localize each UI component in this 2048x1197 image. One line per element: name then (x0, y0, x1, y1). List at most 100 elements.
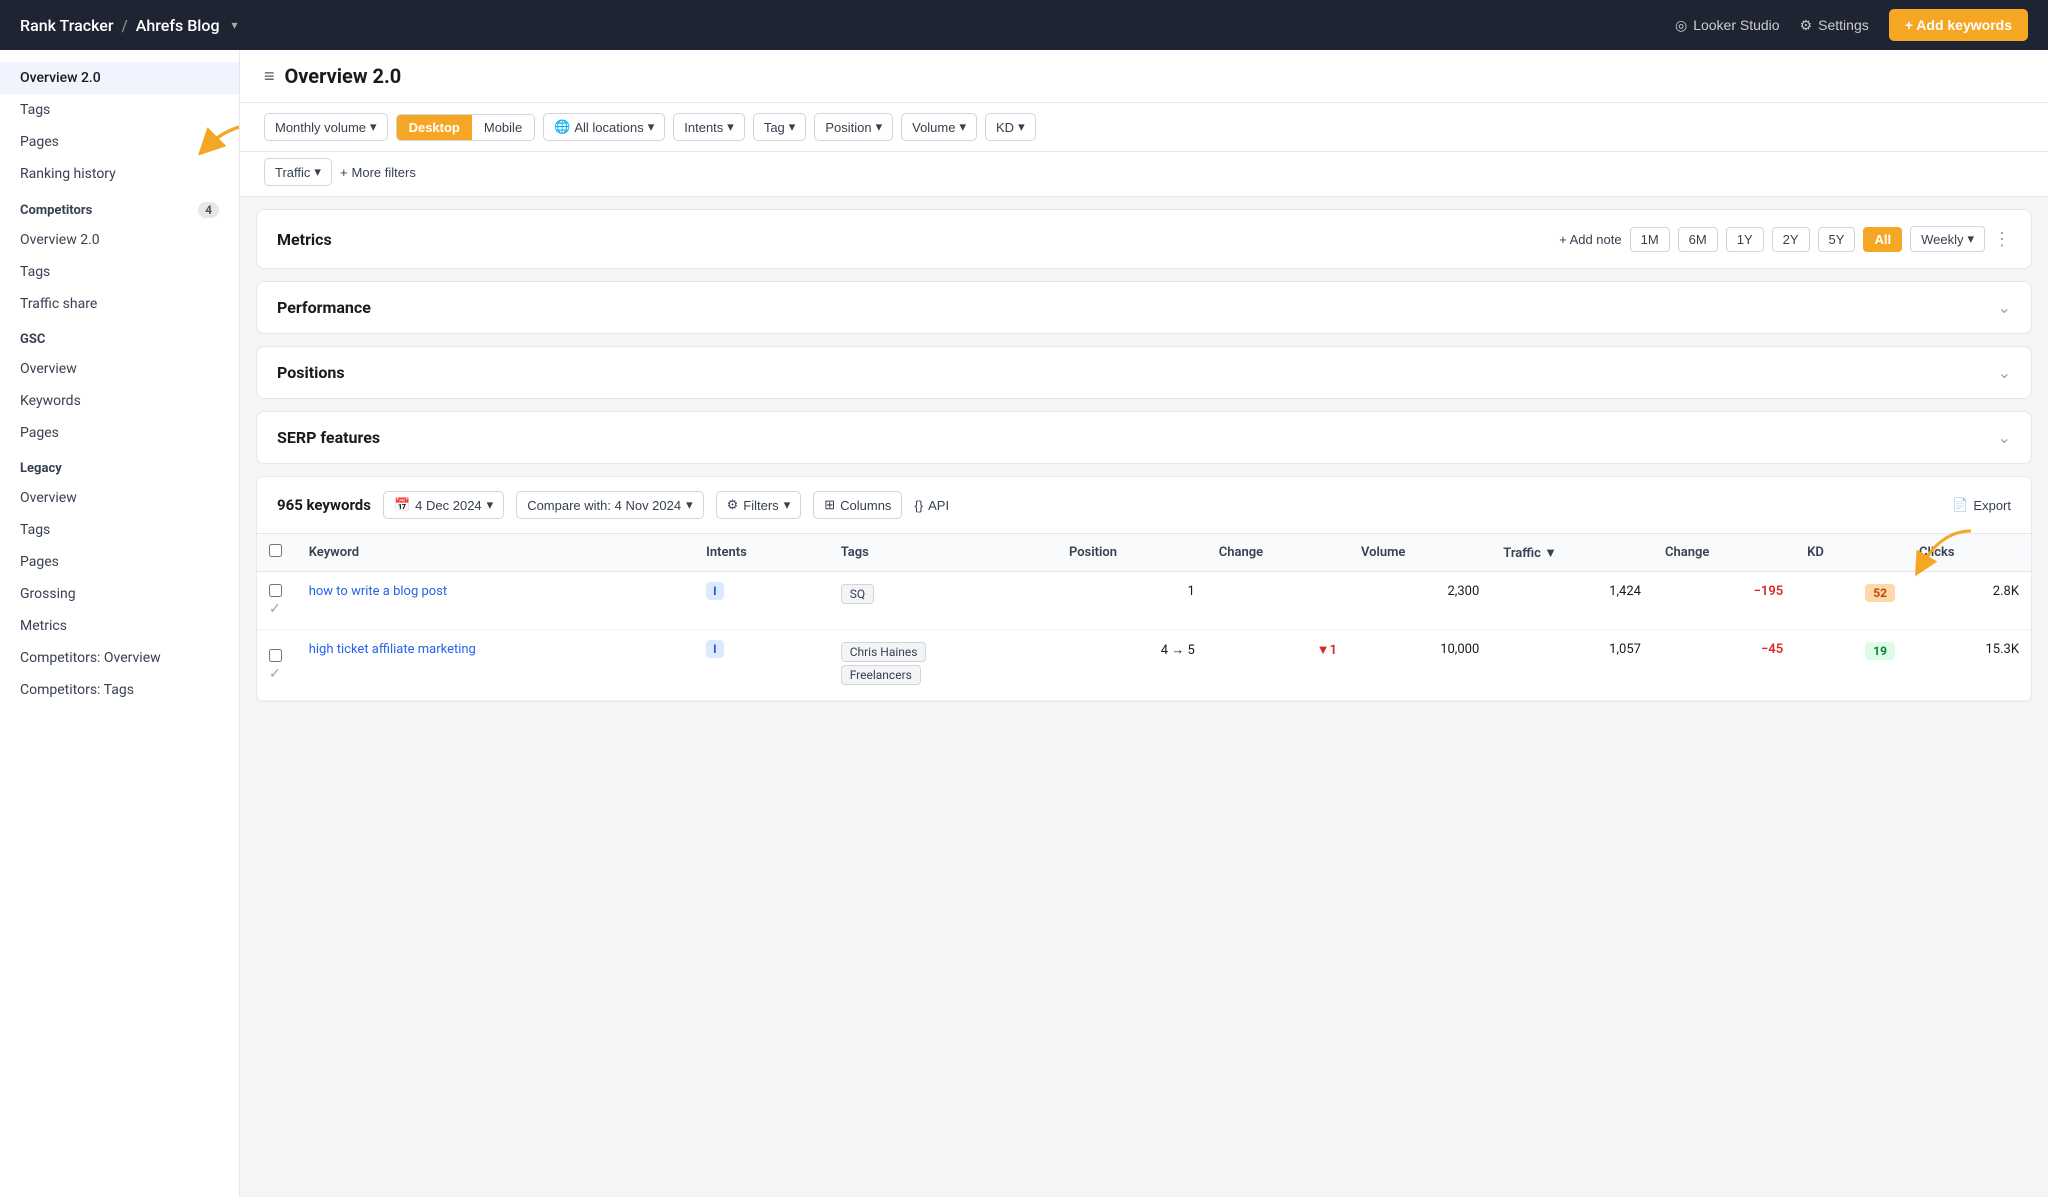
compare-with-button[interactable]: Compare with: 4 Nov 2024 ▾ (516, 491, 703, 519)
keyword-link[interactable]: how to write a blog post (309, 584, 447, 599)
time-1y-button[interactable]: 1Y (1726, 227, 1764, 252)
chevron-down-weekly-icon: ▾ (1967, 231, 1974, 247)
sidebar-item-ranking-history[interactable]: Ranking history (0, 158, 239, 190)
weekly-button[interactable]: Weekly ▾ (1910, 226, 1985, 252)
sidebar-item-gsc-pages[interactable]: Pages (0, 417, 239, 449)
api-icon: {} (914, 498, 923, 513)
volume-header[interactable]: Volume (1349, 534, 1491, 572)
columns-button[interactable]: ⊞ Columns (813, 491, 902, 519)
row-checkbox[interactable] (269, 649, 282, 662)
desktop-button[interactable]: Desktop (397, 115, 472, 140)
hamburger-icon[interactable]: ≡ (264, 66, 275, 87)
all-locations-filter[interactable]: 🌐 All locations ▾ (543, 113, 665, 141)
sidebar-item-competitors-tags[interactable]: Tags (0, 256, 239, 288)
chevron-down-icon2: ▾ (727, 119, 734, 135)
sidebar-item-pages[interactable]: Pages (0, 126, 239, 158)
monthly-volume-filter[interactable]: Monthly volume ▾ (264, 113, 388, 141)
time-2y-button[interactable]: 2Y (1772, 227, 1810, 252)
row-checkbox-cell: ✓ (257, 630, 297, 701)
breadcrumb-separator: / (122, 16, 128, 35)
performance-header[interactable]: Performance ⌄ (257, 282, 2031, 333)
position-filter[interactable]: Position ▾ (814, 113, 893, 141)
select-all-header[interactable] (257, 534, 297, 572)
position-header[interactable]: Position (1057, 534, 1207, 572)
traffic-filter[interactable]: Traffic ▾ (264, 158, 332, 186)
sidebar-item-legacy-overview[interactable]: Overview (0, 482, 239, 514)
settings-icon: ⚙ (1800, 17, 1813, 34)
tags-cell: SQ (829, 572, 1057, 630)
columns-icon: ⊞ (824, 497, 835, 513)
positions-section: Positions ⌄ (256, 346, 2032, 399)
mobile-button[interactable]: Mobile (472, 115, 534, 140)
keyword-header[interactable]: Keyword (297, 534, 694, 572)
sidebar-item-legacy-competitors-tags[interactable]: Competitors: Tags (0, 674, 239, 706)
globe-icon: 🌐 (554, 119, 570, 135)
intents-filter[interactable]: Intents ▾ (673, 113, 745, 141)
filters-button[interactable]: ⚙ Filters ▾ (716, 491, 802, 519)
row-checkbox[interactable] (269, 584, 282, 597)
sidebar-item-tags[interactable]: Tags (0, 94, 239, 126)
dropdown-arrow-icon: ▾ (370, 119, 377, 135)
sidebar-item-legacy-grossing[interactable]: Grossing (0, 578, 239, 610)
traffic-change-cell: −45 (1653, 630, 1795, 701)
tag-badge[interactable]: Freelancers (841, 665, 921, 685)
sidebar-item-overview-2[interactable]: Overview 2.0 (0, 62, 239, 94)
traffic-change-value: −195 (1754, 584, 1784, 599)
sidebar-item-legacy-pages[interactable]: Pages (0, 546, 239, 578)
position-cell: 1 (1057, 572, 1207, 630)
tags-header[interactable]: Tags (829, 534, 1057, 572)
export-button[interactable]: 📄 Export (1952, 497, 2011, 513)
breadcrumb-part2[interactable]: Ahrefs Blog (136, 16, 220, 35)
sidebar-item-competitors-overview[interactable]: Overview 2.0 (0, 224, 239, 256)
looker-studio-icon: ◎ (1675, 17, 1687, 34)
tag-badge[interactable]: SQ (841, 584, 874, 604)
change-header[interactable]: Change (1207, 534, 1349, 572)
filter-bar-row2: Traffic ▾ + More filters (240, 152, 2048, 197)
looker-studio-button[interactable]: ◎ Looker Studio (1675, 17, 1780, 34)
metrics-section-header[interactable]: Metrics + Add note 1M 6M 1Y 2Y 5Y All We… (257, 210, 2031, 268)
keywords-count: 965 keywords (277, 496, 371, 514)
kd-header[interactable]: KD (1795, 534, 1907, 572)
intents-header[interactable]: Intents (694, 534, 829, 572)
select-all-checkbox[interactable] (269, 544, 282, 557)
page-header: ≡ Overview 2.0 (240, 50, 2048, 103)
add-note-button[interactable]: + Add note (1559, 232, 1622, 247)
positions-header[interactable]: Positions ⌄ (257, 347, 2031, 398)
sidebar-item-gsc-overview[interactable]: Overview (0, 353, 239, 385)
time-1m-button[interactable]: 1M (1630, 227, 1670, 252)
chevron-down-icon7: ▾ (314, 164, 321, 180)
sidebar-item-gsc-keywords[interactable]: Keywords (0, 385, 239, 417)
performance-title: Performance (277, 298, 371, 317)
metrics-controls: + Add note 1M 6M 1Y 2Y 5Y All Weekly ▾ ⋮ (1559, 226, 2011, 252)
volume-filter[interactable]: Volume ▾ (901, 113, 977, 141)
time-6m-button[interactable]: 6M (1678, 227, 1718, 252)
sidebar: Overview 2.0 Tags Pages Ranking history … (0, 50, 240, 1197)
metrics-section: Metrics + Add note 1M 6M 1Y 2Y 5Y All We… (256, 209, 2032, 269)
kd-filter[interactable]: KD ▾ (985, 113, 1036, 141)
chevron-down-icon3: ▾ (789, 119, 796, 135)
settings-button[interactable]: ⚙ Settings (1800, 17, 1869, 34)
add-keywords-button[interactable]: + Add keywords (1889, 9, 2028, 41)
sidebar-item-traffic-share[interactable]: Traffic share (0, 288, 239, 320)
more-filters-button[interactable]: + More filters (340, 165, 416, 180)
volume-cell: 2,300 (1349, 572, 1491, 630)
top-nav-actions: ◎ Looker Studio ⚙ Settings + Add keyword… (1675, 9, 2028, 41)
serp-features-header[interactable]: SERP features ⌄ (257, 412, 2031, 463)
traffic-change-header[interactable]: Change (1653, 534, 1795, 572)
sidebar-item-legacy-tags[interactable]: Tags (0, 514, 239, 546)
tag-filter[interactable]: Tag ▾ (753, 113, 807, 141)
api-button[interactable]: {} API (914, 498, 949, 513)
tag-badge[interactable]: Chris Haines (841, 642, 927, 662)
metrics-more-button[interactable]: ⋮ (1993, 229, 2011, 250)
date-picker-button[interactable]: 📅 4 Dec 2024 ▾ (383, 491, 504, 519)
verified-check-icon: ✓ (269, 601, 281, 617)
traffic-header[interactable]: Traffic ▼ (1491, 534, 1653, 572)
clicks-header[interactable]: Clicks (1907, 534, 2031, 572)
breadcrumb-dropdown-icon[interactable]: ▾ (232, 18, 238, 32)
time-all-button[interactable]: All (1863, 227, 1902, 252)
sidebar-item-legacy-competitors-overview[interactable]: Competitors: Overview (0, 642, 239, 674)
keyword-link[interactable]: high ticket affiliate marketing (309, 642, 476, 657)
sidebar-item-legacy-metrics[interactable]: Metrics (0, 610, 239, 642)
time-5y-button[interactable]: 5Y (1818, 227, 1856, 252)
clicks-cell: 15.3K (1907, 630, 2031, 701)
